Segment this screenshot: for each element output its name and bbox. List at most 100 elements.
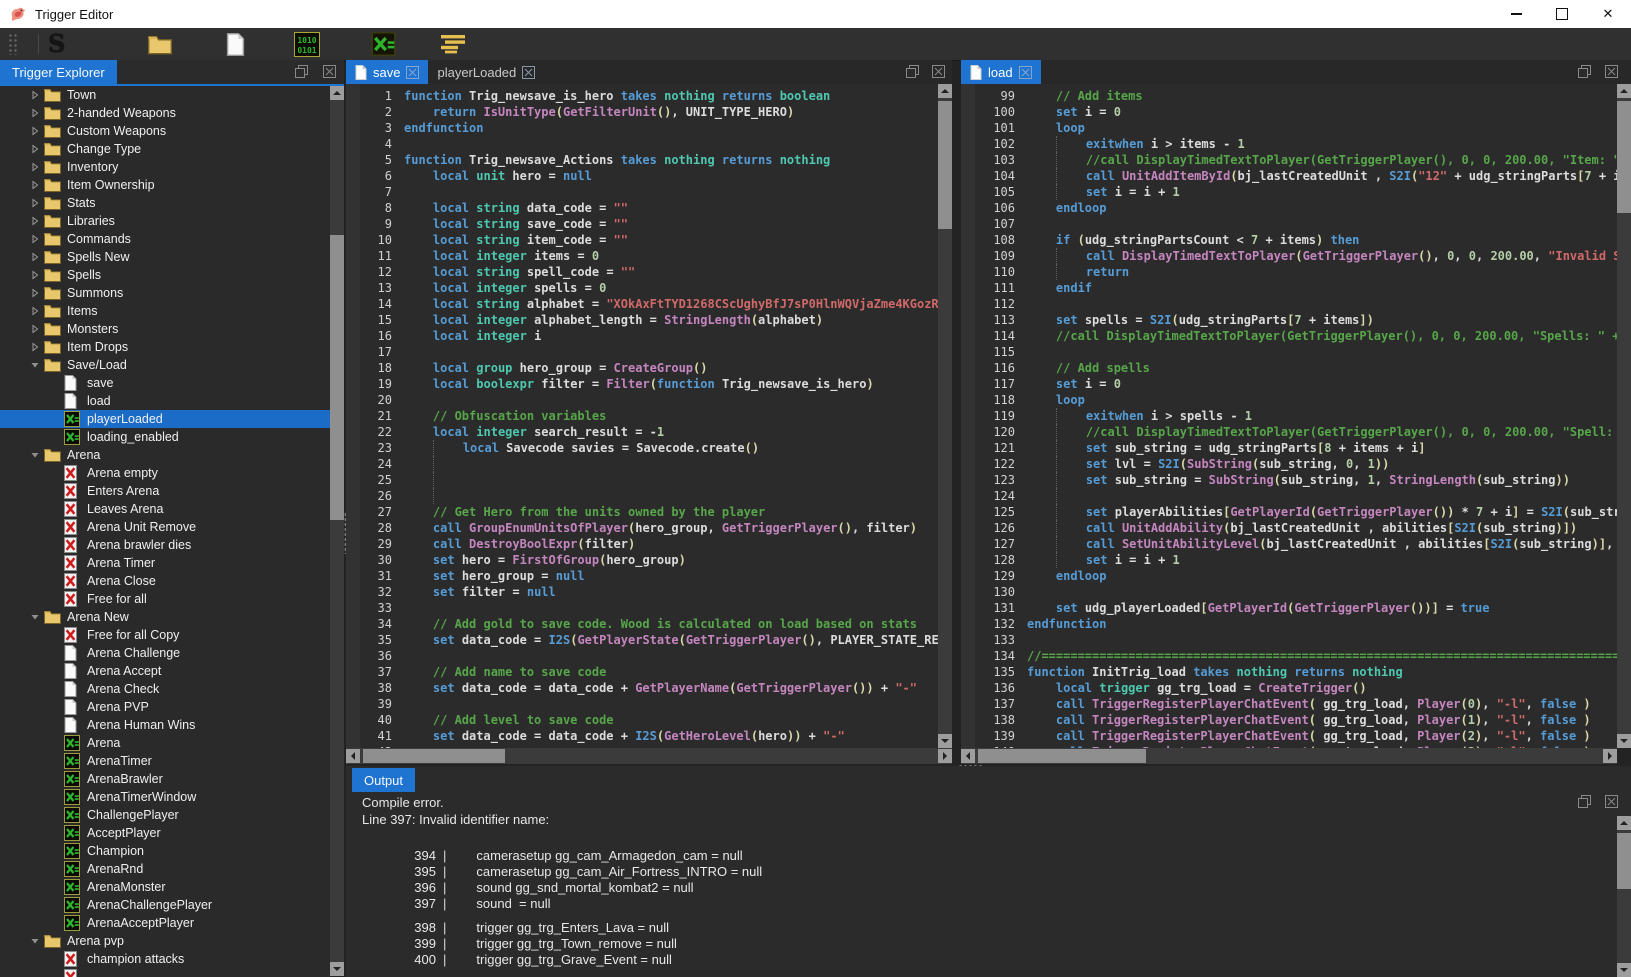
expand-arrow-icon[interactable] [26, 144, 44, 154]
right-hscroll-left-arrow[interactable] [961, 749, 975, 763]
output-vscroll-track[interactable] [1617, 816, 1631, 977]
tree-item-item-drops[interactable]: Item Drops [0, 338, 330, 356]
tree-item-arena-timer[interactable]: Arena Timer [0, 554, 330, 572]
expand-arrow-icon[interactable] [26, 90, 44, 100]
minimize-button[interactable] [1493, 0, 1539, 28]
tree-item-champion-attacks[interactable]: champion attacks [0, 950, 330, 968]
right-hscroll-right-arrow[interactable] [1603, 749, 1617, 763]
tree-item-arena-new[interactable]: Arena New [0, 608, 330, 626]
tree-item-arena[interactable]: Arena [0, 446, 330, 464]
tree-item-summons[interactable]: Summons [0, 284, 330, 302]
center-hscroll-left-arrow[interactable] [346, 749, 360, 763]
new-category-folder-icon[interactable] [148, 31, 172, 57]
toolbar-drag-grip[interactable] [8, 33, 18, 55]
tree-item-stats[interactable]: Stats [0, 194, 330, 212]
tree-item-2-handed-weapons[interactable]: 2-handed Weapons [0, 104, 330, 122]
output-close-icon[interactable] [1604, 794, 1620, 810]
tree-item-arena-human-wins[interactable]: Arena Human Wins [0, 716, 330, 734]
tree-item-arenatimerwindow[interactable]: ArenaTimerWindow [0, 788, 330, 806]
expand-arrow-icon[interactable] [26, 108, 44, 118]
center-hscroll-track[interactable] [346, 748, 952, 764]
tree-item-challengeplayer[interactable]: ChallengePlayer [0, 806, 330, 824]
tab-close-icon[interactable] [1019, 66, 1032, 79]
tree-item-arena-pvp[interactable]: Arena PVP [0, 698, 330, 716]
right-hscroll-thumb[interactable] [978, 749, 1146, 763]
output-vscroll-thumb[interactable] [1617, 833, 1631, 889]
tree-item-change-type[interactable]: Change Type [0, 140, 330, 158]
tree-item-loading-enabled[interactable]: loading_enabled [0, 428, 330, 446]
expand-arrow-icon[interactable] [26, 270, 44, 280]
tree-item-item[interactable] [0, 968, 330, 977]
expand-arrow-icon[interactable] [26, 198, 44, 208]
tree-item-arena-close[interactable]: Arena Close [0, 572, 330, 590]
script-trigger-icon[interactable] [370, 31, 397, 57]
expand-arrow-icon[interactable] [26, 288, 44, 298]
explorer-vscroll-up-arrow[interactable] [330, 86, 344, 100]
output-vscroll-up-arrow[interactable] [1617, 816, 1631, 830]
output-tab[interactable]: Output [352, 768, 415, 792]
expand-arrow-icon[interactable] [26, 342, 44, 352]
right-editor-float-icon[interactable] [1577, 64, 1593, 80]
center-hscroll-thumb[interactable] [363, 749, 505, 763]
explorer-close-icon[interactable] [322, 64, 338, 80]
tree-item-items[interactable]: Items [0, 302, 330, 320]
tree-item-spells[interactable]: Spells [0, 266, 330, 284]
editor-tab-load[interactable]: load [961, 60, 1041, 84]
tree-item-acceptplayer[interactable]: AcceptPlayer [0, 824, 330, 842]
tree-item-inventory[interactable]: Inventory [0, 158, 330, 176]
expand-arrow-icon[interactable] [26, 324, 44, 334]
explorer-vscroll-thumb[interactable] [330, 235, 344, 520]
tree-item-arena[interactable]: Arena [0, 734, 330, 752]
tree-item-arenarnd[interactable]: ArenaRnd [0, 860, 330, 878]
tree-item-item-ownership[interactable]: Item Ownership [0, 176, 330, 194]
tree-item-commands[interactable]: Commands [0, 230, 330, 248]
tree-item-champion[interactable]: Champion [0, 842, 330, 860]
center-vscroll-up-arrow[interactable] [938, 84, 952, 98]
tree-item-free-for-all[interactable]: Free for all [0, 590, 330, 608]
expand-arrow-icon[interactable] [26, 126, 44, 136]
trigger-tree[interactable]: Town2-handed WeaponsCustom WeaponsChange… [0, 86, 330, 977]
tree-item-save[interactable]: save [0, 374, 330, 392]
expand-arrow-icon[interactable] [26, 306, 44, 316]
tree-item-arenatimer[interactable]: ArenaTimer [0, 752, 330, 770]
explorer-vscroll-track[interactable] [330, 86, 344, 976]
right-hscroll-track[interactable] [961, 748, 1617, 764]
explorer-float-icon[interactable] [294, 64, 310, 80]
tree-item-town[interactable]: Town [0, 86, 330, 104]
tree-item-custom-weapons[interactable]: Custom Weapons [0, 122, 330, 140]
tree-item-arena-accept[interactable]: Arena Accept [0, 662, 330, 680]
right-vscroll-down-arrow[interactable] [1617, 734, 1631, 748]
tree-item-leaves-arena[interactable]: Leaves Arena [0, 500, 330, 518]
editor-tab-playerloaded[interactable]: playerLoaded [428, 60, 544, 84]
explorer-title-tab[interactable]: Trigger Explorer [0, 60, 117, 84]
tab-close-icon[interactable] [522, 66, 535, 79]
center-vscroll-track[interactable] [938, 84, 952, 748]
tree-item-libraries[interactable]: Libraries [0, 212, 330, 230]
comment-lines-icon[interactable] [440, 31, 468, 57]
tree-item-arena-empty[interactable]: Arena empty [0, 464, 330, 482]
tree-item-load[interactable]: load [0, 392, 330, 410]
collapse-arrow-icon[interactable] [26, 450, 44, 460]
center-vscroll-down-arrow[interactable] [938, 734, 952, 748]
convert-to-code-icon[interactable]: 10100101 [294, 31, 320, 57]
editor-tab-save[interactable]: save [346, 60, 428, 84]
tab-close-icon[interactable] [406, 66, 419, 79]
collapse-arrow-icon[interactable] [26, 936, 44, 946]
output-vscroll-down-arrow[interactable] [1617, 963, 1631, 977]
jass-scroll-icon[interactable]: S [48, 31, 65, 57]
right-editor-close-icon[interactable] [1604, 64, 1620, 80]
maximize-button[interactable] [1539, 0, 1585, 28]
close-button[interactable]: ✕ [1585, 0, 1631, 28]
collapse-arrow-icon[interactable] [26, 612, 44, 622]
tree-item-arena-challenge[interactable]: Arena Challenge [0, 644, 330, 662]
center-hscroll-right-arrow[interactable] [938, 749, 952, 763]
tree-item-arena-check[interactable]: Arena Check [0, 680, 330, 698]
right-vscroll-up-arrow[interactable] [1617, 84, 1631, 98]
tree-item-free-for-all-copy[interactable]: Free for all Copy [0, 626, 330, 644]
tree-item-arena-brawler-dies[interactable]: Arena brawler dies [0, 536, 330, 554]
tree-item-enters-arena[interactable]: Enters Arena [0, 482, 330, 500]
explorer-vscroll-down-arrow[interactable] [330, 962, 344, 976]
right-vscroll-thumb[interactable] [1617, 101, 1631, 213]
center-editor-float-icon[interactable] [905, 64, 921, 80]
expand-arrow-icon[interactable] [26, 162, 44, 172]
